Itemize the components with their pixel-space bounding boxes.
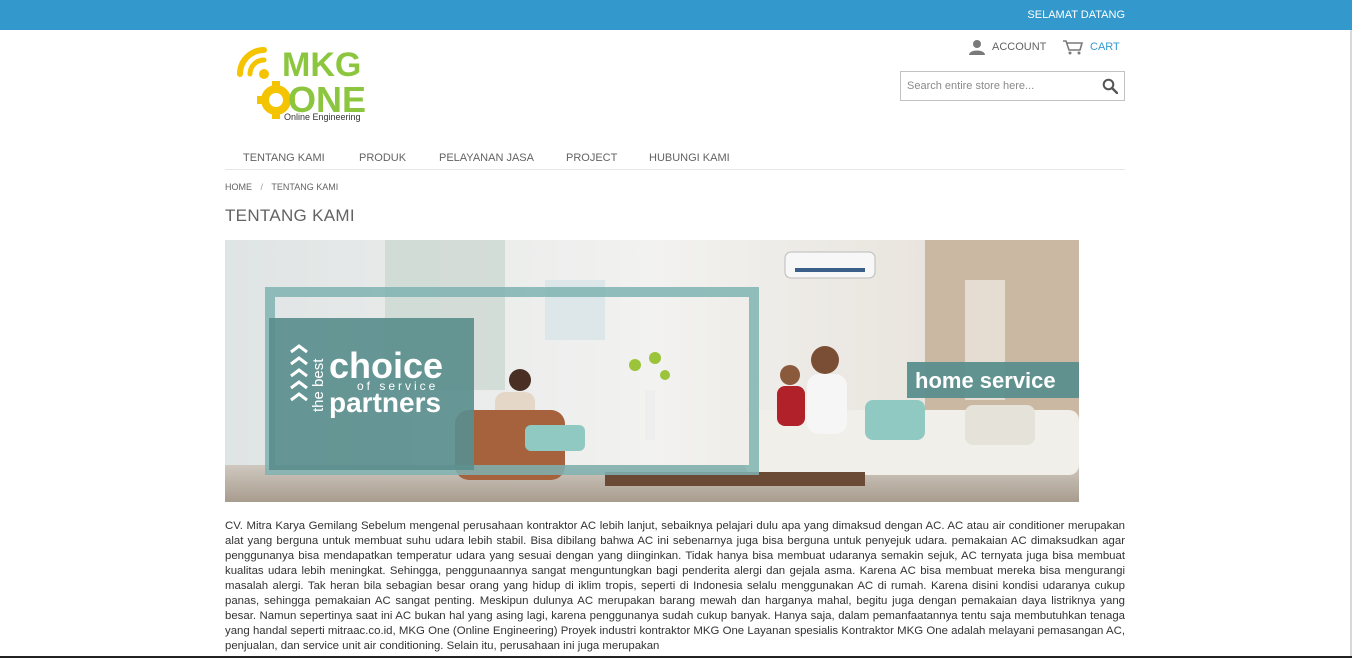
- about-banner-image: the best choice of service partners home…: [225, 240, 1079, 502]
- logo-subtitle: Online Engineering: [284, 112, 361, 122]
- nav-item-produk[interactable]: PRODUK: [359, 152, 406, 164]
- cart-label: CART: [1090, 41, 1120, 53]
- nav-item-tentang-kami[interactable]: TENTANG KAMI: [243, 152, 325, 164]
- top-bar: SELAMAT DATANG: [0, 0, 1352, 30]
- breadcrumb-home[interactable]: HOME: [225, 182, 252, 192]
- cart-link[interactable]: CART: [1062, 38, 1120, 56]
- user-icon: [969, 40, 985, 55]
- banner-partners-text: partners: [329, 387, 441, 418]
- about-content-paragraph: CV. Mitra Karya Gemilang Sebelum mengena…: [225, 520, 1125, 652]
- search-icon[interactable]: [1102, 78, 1118, 94]
- search-input[interactable]: [901, 72, 1089, 100]
- banner-vertical-text: the best: [310, 358, 327, 412]
- main-navigation: TENTANG KAMI PRODUK PELAYANAN JASA PROJE…: [225, 147, 1125, 170]
- banner-graphic: the best choice of service partners home…: [225, 240, 1079, 502]
- page-title: TENTANG KAMI: [225, 206, 355, 225]
- cart-icon: [1063, 40, 1084, 55]
- search-box: [900, 71, 1125, 101]
- nav-item-hubungi-kami[interactable]: HUBUNGI KAMI: [649, 152, 730, 164]
- account-link[interactable]: ACCOUNT: [968, 38, 1046, 56]
- breadcrumb-current: TENTANG KAMI: [271, 182, 339, 192]
- breadcrumb: HOME / TENTANG KAMI: [225, 182, 338, 192]
- breadcrumb-separator: /: [260, 182, 264, 192]
- banner-home-service-text: home service: [915, 368, 1056, 393]
- account-label: ACCOUNT: [992, 41, 1047, 53]
- nav-item-project[interactable]: PROJECT: [566, 152, 617, 164]
- welcome-text: SELAMAT DATANG: [1027, 9, 1125, 21]
- nav-item-pelayanan-jasa[interactable]: PELAYANAN JASA: [439, 152, 534, 164]
